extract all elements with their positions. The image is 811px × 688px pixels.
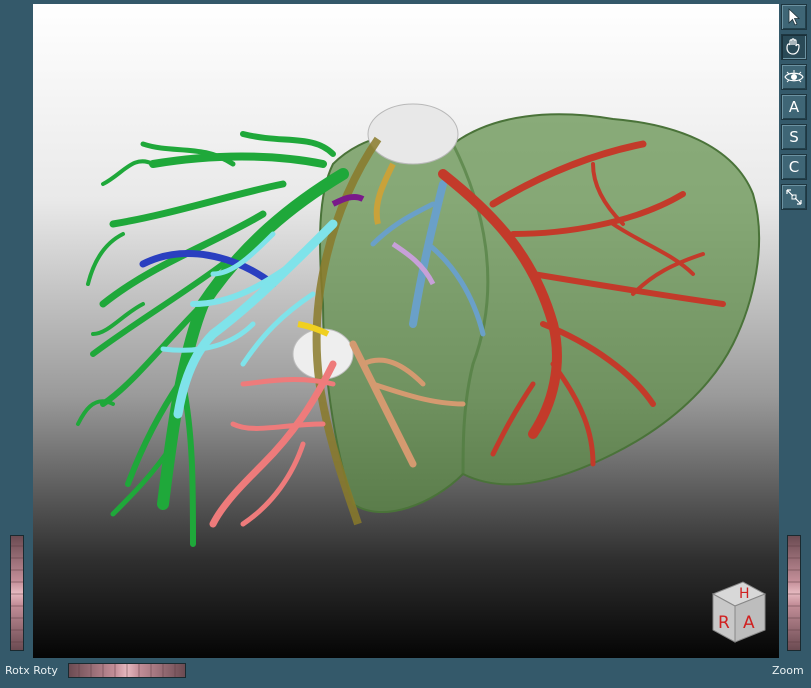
rotation-slider[interactable] [68,663,186,678]
hand-icon [786,38,800,55]
cube-right-label: A [743,613,755,633]
left-slider[interactable] [10,535,24,651]
coronal-view-button[interactable]: C [781,154,807,180]
reset-view-button[interactable] [781,184,807,210]
rotation-label: Rotx Roty [5,664,58,677]
segment-pink-tree [209,360,337,528]
eye-tool-button[interactable] [781,64,807,90]
eye-icon [784,70,804,83]
slider-ticks [788,545,800,643]
liver-3d-render [76,103,761,547]
arrow-pointer-icon [788,8,801,26]
zoom-label: Zoom [772,664,804,677]
orientation-arrows-icon [786,189,802,205]
axial-view-button[interactable]: A [781,94,807,120]
slider-ticks [78,664,176,677]
pointer-tool-button[interactable] [781,4,807,30]
orientation-cube[interactable]: H R A [703,576,773,646]
zoom-slider[interactable] [787,535,801,651]
cube-left-label: R [718,613,730,633]
sagittal-view-button[interactable]: S [781,124,807,150]
view-toolbar: A S C [781,4,809,214]
cube-top-label: H [739,586,750,602]
hand-tool-button[interactable] [781,34,807,60]
3d-viewport[interactable]: H R A [33,4,779,658]
slider-ticks [11,545,23,643]
